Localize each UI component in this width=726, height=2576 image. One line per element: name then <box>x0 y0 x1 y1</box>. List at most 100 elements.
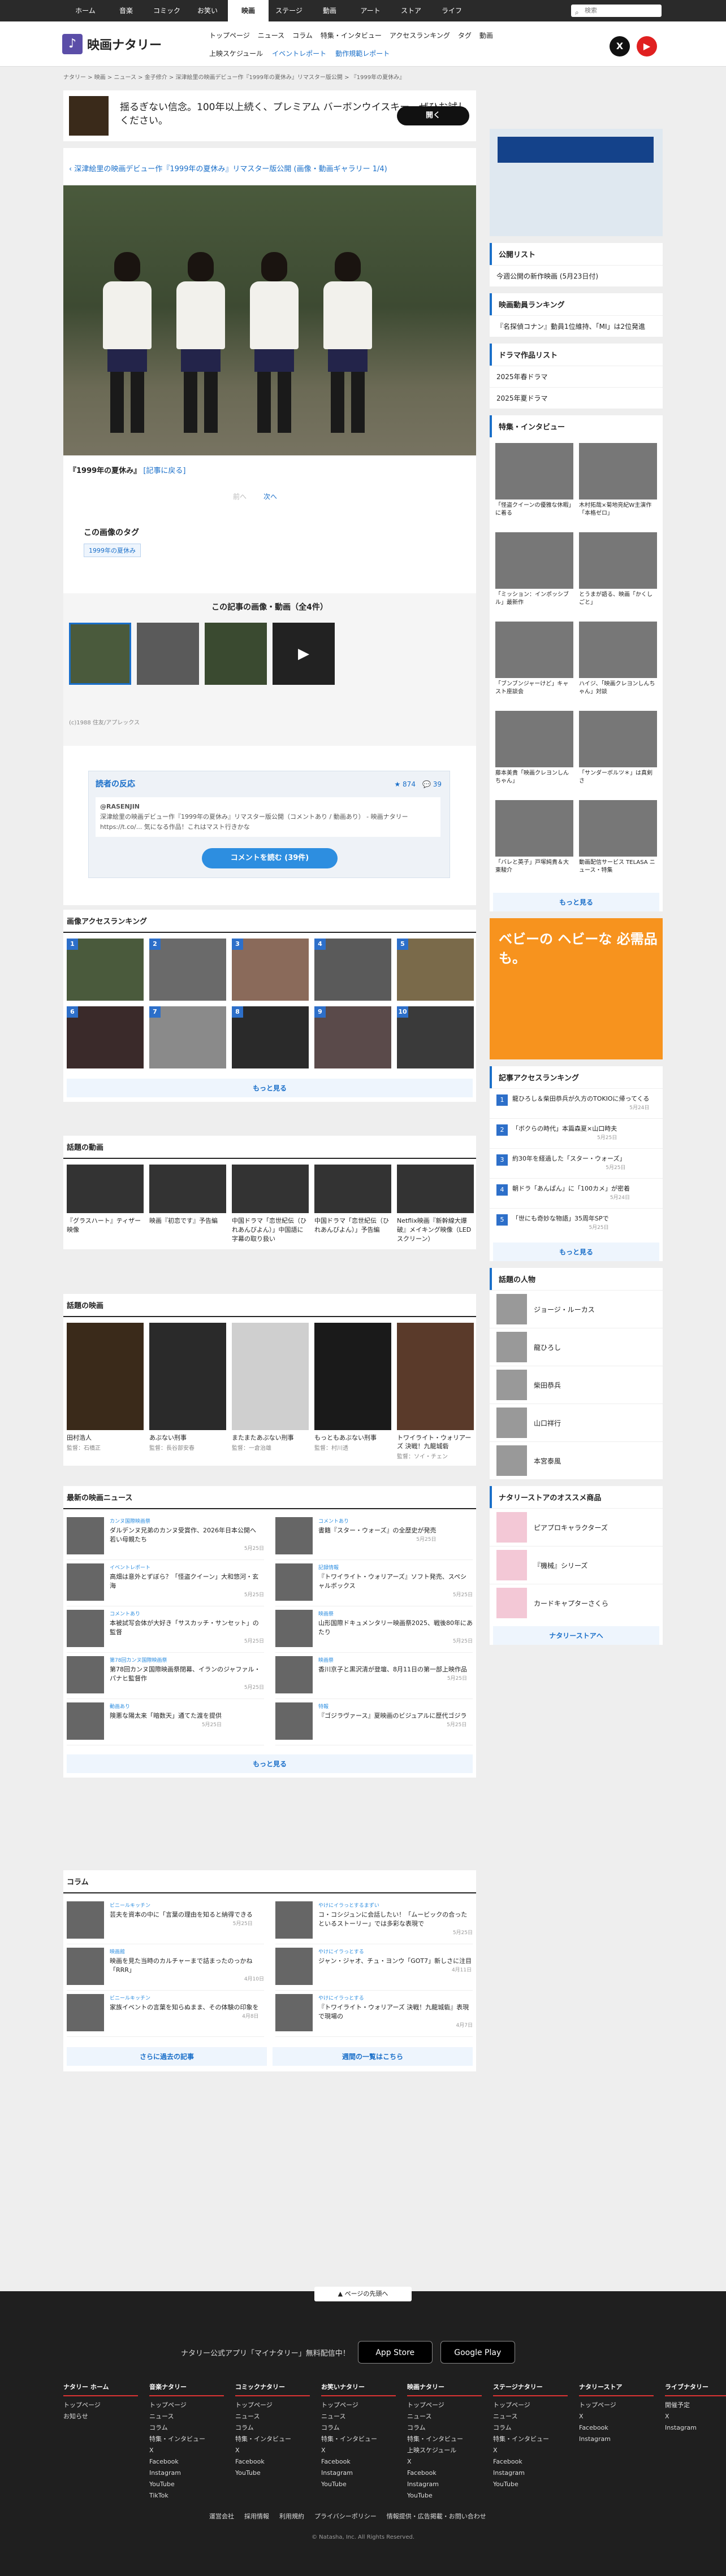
footer-link[interactable]: Facebook <box>407 2468 482 2479</box>
article-rank-item[interactable]: 4 朝ドラ「あんぱん」に「100カメ」が密着 5月24日 <box>490 1178 663 1208</box>
footer-link[interactable]: X <box>235 2445 310 2456</box>
global-tab[interactable]: コミック <box>146 0 187 21</box>
footer-link[interactable]: ニュース <box>493 2411 568 2422</box>
movie-item[interactable]: 田村浩人 監督：石橋正 <box>67 1323 144 1460</box>
ranking-item[interactable]: 8 <box>232 1006 309 1068</box>
global-tab[interactable]: ストア <box>391 0 431 21</box>
global-tab[interactable]: ステージ <box>269 0 309 21</box>
footer-link[interactable]: Facebook <box>235 2456 310 2468</box>
feature-item[interactable]: 「怪盗クイーンの優雅な休暇」に着る <box>495 443 573 525</box>
footer-bottom-link[interactable]: 採用情報 <box>244 2512 269 2521</box>
article-rank-item[interactable]: 5 「世にも奇妙な物語」35周年SPで 5月25日 <box>490 1208 663 1238</box>
site-logo[interactable]: ♪ 映画ナタリー <box>62 34 162 54</box>
ranking-item[interactable]: 2 <box>149 939 226 1001</box>
footer-link[interactable]: X <box>579 2411 654 2422</box>
thumb-3[interactable] <box>205 623 267 685</box>
next-link[interactable]: 次へ <box>263 493 277 501</box>
nav-item[interactable]: トップページ <box>209 31 250 40</box>
weekly-list-button[interactable]: 週間の一覧はこちら <box>273 2047 473 2066</box>
drama-item[interactable]: 2025年夏ドラマ <box>490 387 663 409</box>
footer-link[interactable]: Facebook <box>149 2456 224 2468</box>
nav-sub-item[interactable]: 動作規範レポート <box>335 49 390 58</box>
store-item[interactable]: 『機械』シリーズ <box>490 1546 663 1584</box>
footer-link[interactable]: 特集・インタビュー <box>235 2434 310 2445</box>
news-item[interactable]: 特報 『ゴジラヴァース』夏映画のビジュアルに歴代ゴジラ 5月25日 <box>275 1699 473 1745</box>
feature-more-button[interactable]: もっと見る <box>493 893 659 911</box>
store-item[interactable]: カードキャプターさくら <box>490 1584 663 1622</box>
news-item[interactable]: カンヌ国際映画祭 ダルデンヌ兄弟のカンヌ受賞作、2026年日本公開へ 若い母親たち… <box>67 1514 264 1560</box>
global-tab[interactable]: 音楽 <box>106 0 146 21</box>
app-store-badge[interactable]: App Store <box>357 2341 433 2364</box>
video-item[interactable]: 映画『初恋です』予告編 <box>149 1165 226 1244</box>
feature-item[interactable]: 動画配信サービス TELASA ニュース・特集 <box>579 800 657 883</box>
footer-link[interactable]: Instagram <box>493 2468 568 2479</box>
person-item[interactable]: 本宮泰風 <box>490 1441 663 1479</box>
footer-link[interactable]: お知らせ <box>63 2411 138 2422</box>
global-tab[interactable]: 映画 <box>228 0 269 21</box>
gallery-title[interactable]: ‹ 深津絵里の映画デビュー作『1999年の夏休み』リマスター版公開 (画像・動画… <box>69 163 387 173</box>
movie-item[interactable]: もっともあぶない刑事 監督：村川透 <box>314 1323 391 1460</box>
footer-link[interactable]: Instagram <box>665 2422 726 2434</box>
drama-item[interactable]: 2025年春ドラマ <box>490 366 663 387</box>
news-item[interactable]: 映画祭 山形国際ドキュメンタリー映画祭2025、戦後80年にあたり 5月25日 <box>275 1606 473 1653</box>
person-item[interactable]: 柴田恭兵 <box>490 1366 663 1404</box>
ranking-item[interactable]: 6 <box>67 1006 144 1068</box>
movie-item[interactable]: あぶない刑事 監督：長谷部安春 <box>149 1323 226 1460</box>
nav-item[interactable]: タグ <box>458 31 472 40</box>
footer-link[interactable]: 特集・インタビュー <box>493 2434 568 2445</box>
footer-link[interactable]: 特集・インタビュー <box>321 2434 396 2445</box>
footer-link[interactable]: YouTube <box>321 2479 396 2490</box>
page-top-button[interactable]: ▲ ページの先頭へ <box>314 2287 412 2301</box>
ranking-item[interactable]: 5 <box>397 939 474 1001</box>
footer-link[interactable]: Facebook <box>493 2456 568 2468</box>
footer-link[interactable]: トップページ <box>321 2400 396 2411</box>
video-item[interactable]: 中国ドラマ「恋世紀伝（ひれあんびよん）」中国語に字幕の取り扱い <box>232 1165 309 1244</box>
footer-link[interactable]: X <box>665 2411 726 2422</box>
footer-link[interactable]: Facebook <box>579 2422 654 2434</box>
news-item[interactable]: 記録情報 『トワイライト・ウォリアーズ』ソフト発売、スペシャルボックス 5月25日 <box>275 1560 473 1606</box>
footer-link[interactable]: トップページ <box>63 2400 138 2411</box>
video-item[interactable]: 中国ドラマ「恋世紀伝（ひれあんびよん）」予告編 <box>314 1165 391 1244</box>
footer-link[interactable]: X <box>407 2456 482 2468</box>
footer-link[interactable]: 開催予定 <box>665 2400 726 2411</box>
global-tab[interactable]: お笑い <box>187 0 228 21</box>
news-item[interactable]: やけにイラっとするまずい コ・コシジュンに会話したい！「ムービックの合ったといるス… <box>275 1898 473 1944</box>
youtube-icon[interactable]: ▶ <box>637 36 657 57</box>
ranking-item[interactable]: 7 <box>149 1006 226 1068</box>
tag-item[interactable]: 1999年の夏休み <box>84 544 141 557</box>
thumb-1[interactable] <box>69 623 131 685</box>
person-item[interactable]: ジョージ・ルーカス <box>490 1290 663 1328</box>
news-item[interactable]: イベントレポート 高畑は意外とずぼら？「怪盗クイーン」大和悠河・玄海 5月25日 <box>67 1560 264 1606</box>
video-item[interactable]: 『グラスハート』ティザー映像 <box>67 1165 144 1244</box>
news-item[interactable]: 第78回カンヌ国際映画祭 第78回カンヌ国際映画祭閉幕、イランのジャファル・パナヒ… <box>67 1653 264 1699</box>
footer-link[interactable]: TikTok <box>149 2490 224 2501</box>
article-rank-item[interactable]: 3 約30年を経過した「スター・ウォーズ」 5月25日 <box>490 1148 663 1178</box>
footer-link[interactable]: 特集・インタビュー <box>407 2434 482 2445</box>
video-item[interactable]: Netflix映画『新幹線大爆破』メイキング映像（LEDスクリーン） <box>397 1165 474 1244</box>
footer-link[interactable]: Instagram <box>579 2434 654 2445</box>
ranking-item[interactable]: 9 <box>314 1006 391 1068</box>
footer-link[interactable]: ニュース <box>407 2411 482 2422</box>
global-tab[interactable]: ホーム <box>65 0 106 21</box>
ranking-more-button[interactable]: もっと見る <box>67 1079 473 1097</box>
feature-item[interactable]: 「ブンブンジャーけど」キャスト座談会 <box>495 622 573 704</box>
x-icon[interactable]: X <box>610 36 630 57</box>
news-item[interactable]: ビニールキッチン 家族イベントの言葉を知らぬまま、その体験の印象を 4月8日 <box>67 1991 264 2037</box>
movie-item[interactable]: またまたあぶない刑事 監督：一倉治雄 <box>232 1323 309 1460</box>
thumb-2[interactable] <box>137 623 199 685</box>
read-comments-button[interactable]: コメントを読む (39件) <box>202 848 338 868</box>
search-input[interactable]: ⌕ 検索 <box>571 5 662 17</box>
news-item[interactable]: ビニールキッチン 芸夫を資本の中に「言葉の理由を知ると納得できる 5月25日 <box>67 1898 264 1944</box>
global-tab[interactable]: アート <box>350 0 391 21</box>
article-rank-item[interactable]: 1 龍ひろし＆柴田恭兵が久方のTOKIOに帰ってくる 5月24日 <box>490 1088 663 1118</box>
google-play-badge[interactable]: Google Play <box>440 2341 515 2364</box>
footer-link[interactable]: YouTube <box>149 2479 224 2490</box>
footer-link[interactable]: コラム <box>493 2422 568 2434</box>
news-item[interactable]: 映画館 映画を見た当時のカルチャーまで詰まったのっかね「RRR」 4月10日 <box>67 1944 264 1991</box>
news-item[interactable]: コメントあり 本被試写会体が大好き「サスカッチ・サンセット」の監督 5月25日 <box>67 1606 264 1653</box>
footer-link[interactable]: トップページ <box>407 2400 482 2411</box>
footer-link[interactable]: トップページ <box>493 2400 568 2411</box>
nav-item[interactable]: 特集・インタビュー <box>321 31 382 40</box>
footer-link[interactable]: X <box>493 2445 568 2456</box>
store-more-button[interactable]: ナタリーストアへ <box>493 1626 659 1645</box>
